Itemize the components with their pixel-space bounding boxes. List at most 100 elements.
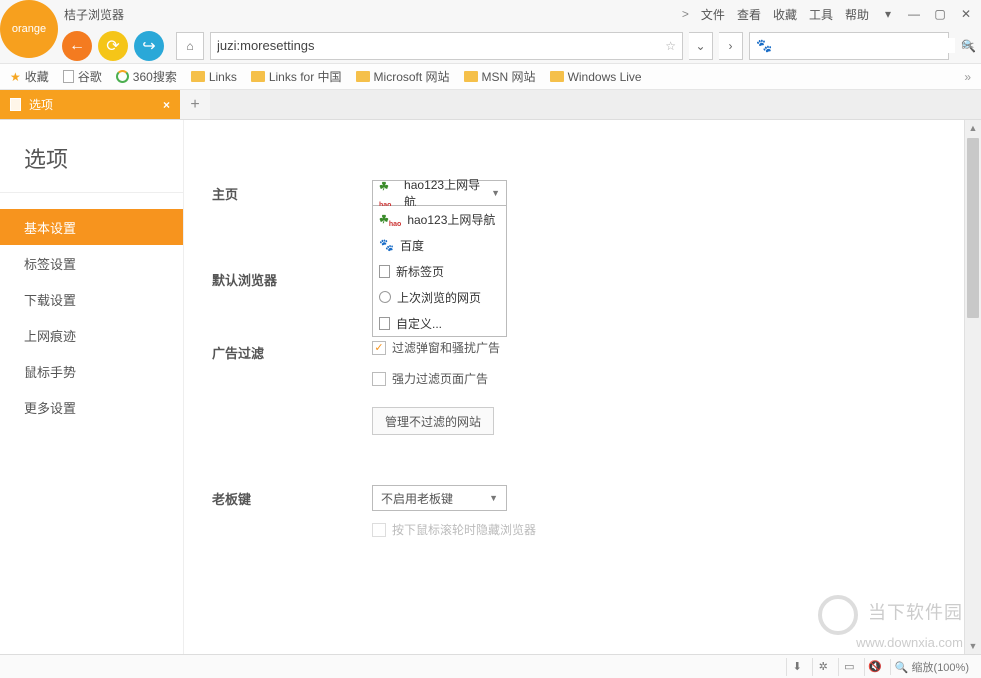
folder-icon	[464, 71, 478, 82]
app-title: 桔子浏览器	[64, 6, 124, 23]
menu-fav[interactable]: 收藏	[773, 6, 797, 23]
status-monitor-icon[interactable]: ▭	[838, 658, 860, 676]
dropdown-option-newtab[interactable]: 新标签页	[373, 258, 506, 284]
dropdown-option-last[interactable]: 上次浏览的网页	[373, 284, 506, 310]
window-minimize[interactable]: —	[907, 7, 921, 21]
sidebar-item-basic[interactable]: 基本设置	[0, 209, 183, 245]
dropdown-option-baidu[interactable]: 🐾百度	[373, 232, 506, 258]
checkbox-label: 强力过滤页面广告	[392, 370, 488, 387]
bookmark-item[interactable]: 谷歌	[63, 68, 102, 85]
menu-chevron[interactable]: >	[682, 7, 689, 21]
menu-file[interactable]: 文件	[701, 6, 725, 23]
toolbar: ← ⟳ ↪ ⌂ ☆ ⌄ › 🐾 🔍 ✂	[0, 28, 981, 64]
sidebar-item-history[interactable]: 上网痕迹	[0, 317, 183, 353]
scrollbar-up[interactable]: ▲	[965, 120, 981, 136]
bookmark-label: 谷歌	[78, 68, 102, 85]
bookmarks-bar: ★ 收藏 谷歌 360搜索 Links Links for 中国 Microso…	[0, 64, 981, 90]
sidebar-item-tabs[interactable]: 标签设置	[0, 245, 183, 281]
screenshot-icon[interactable]: ✂	[955, 36, 981, 56]
scrollbar[interactable]: ▲ ▼	[964, 120, 981, 654]
bookmark-label: MSN 网站	[482, 68, 536, 85]
zoom-value: 缩放(100%)	[912, 662, 969, 674]
option-label: 新标签页	[396, 263, 444, 280]
status-download-icon[interactable]: ⬇	[786, 658, 808, 676]
bookmark-favorites[interactable]: ★ 收藏	[10, 68, 49, 85]
adblock-popup-checkbox[interactable]: ✓ 过滤弹窗和骚扰广告	[372, 339, 953, 356]
menu-tools[interactable]: 工具	[809, 6, 833, 23]
url-go[interactable]: ›	[719, 32, 743, 60]
bookmark-label: 收藏	[25, 68, 49, 85]
page-icon	[379, 265, 390, 278]
setting-homepage: 主页 hao hao123上网导航 ▼ haohao123上网导航 🐾百度 新标…	[212, 180, 953, 206]
dropdown-menu: haohao123上网导航 🐾百度 新标签页 上次浏览的网页 自定义...	[372, 206, 507, 337]
hint-label: 按下鼠标滚轮时隐藏浏览器	[392, 521, 536, 538]
tab-options[interactable]: 选项 ×	[0, 90, 180, 119]
folder-icon	[191, 71, 205, 82]
tray-icon[interactable]: ▾	[881, 7, 895, 21]
window-close[interactable]: ✕	[959, 7, 973, 21]
chevron-down-icon: ▼	[489, 493, 498, 503]
back-button[interactable]: ←	[62, 31, 92, 61]
bookmark-label: Links for 中国	[269, 68, 342, 85]
setting-label: 老板键	[212, 485, 372, 508]
setting-adblock: 广告过滤 ✓ 过滤弹窗和骚扰广告 强力过滤页面广告 管理不过滤的网站	[212, 339, 953, 435]
forward-button[interactable]: ↪	[134, 31, 164, 61]
reload-button[interactable]: ⟳	[98, 31, 128, 61]
adblock-manage-button[interactable]: 管理不过滤的网站	[372, 407, 494, 435]
new-tab-button[interactable]: +	[180, 90, 210, 119]
home-button[interactable]: ⌂	[176, 32, 204, 60]
bosskey-select[interactable]: 不启用老板键 ▼	[372, 485, 507, 511]
status-settings-icon[interactable]: ✲	[812, 658, 834, 676]
homepage-dropdown[interactable]: hao hao123上网导航 ▼ haohao123上网导航 🐾百度 新标签页 …	[372, 180, 507, 206]
bookmark-item[interactable]: MSN 网站	[464, 68, 536, 85]
menu-bar: > 文件 查看 收藏 工具 帮助 ▾ — ▢ ✕	[0, 0, 981, 28]
search-input[interactable]	[778, 38, 955, 53]
zoom-label[interactable]: 🔍 缩放(100%)	[890, 659, 973, 675]
menu-help[interactable]: 帮助	[845, 6, 869, 23]
option-label: hao123上网导航	[407, 211, 495, 228]
folder-icon	[251, 71, 265, 82]
bookmark-item[interactable]: Links for 中国	[251, 68, 342, 85]
option-label: 百度	[400, 237, 424, 254]
sidebar-item-download[interactable]: 下载设置	[0, 281, 183, 317]
search-box[interactable]: 🐾 🔍	[749, 32, 949, 60]
window-maximize[interactable]: ▢	[933, 7, 947, 21]
bookmark-overflow[interactable]: »	[964, 70, 971, 84]
option-label: 自定义...	[396, 315, 442, 332]
setting-label: 广告过滤	[212, 339, 372, 362]
option-label: 上次浏览的网页	[397, 289, 481, 306]
status-bar: ⬇ ✲ ▭ 🔇 🔍 缩放(100%)	[0, 654, 981, 678]
setting-bosskey: 老板键 不启用老板键 ▼ 按下鼠标滚轮时隐藏浏览器	[212, 485, 953, 538]
bookmark-star-icon[interactable]: ☆	[665, 39, 676, 53]
adblock-strong-checkbox[interactable]: 强力过滤页面广告	[372, 370, 953, 387]
page-content: 选项 基本设置 标签设置 下载设置 上网痕迹 鼠标手势 更多设置 主页 hao …	[0, 120, 981, 654]
status-mute-icon[interactable]: 🔇	[864, 658, 886, 676]
search-engine-icon[interactable]: 🐾	[756, 38, 772, 54]
bookmark-item[interactable]: Windows Live	[550, 70, 642, 84]
bookmark-item[interactable]: 360搜索	[116, 68, 177, 85]
clock-icon	[379, 291, 391, 303]
url-dropdown[interactable]: ⌄	[689, 32, 713, 60]
sidebar: 选项 基本设置 标签设置 下载设置 上网痕迹 鼠标手势 更多设置	[0, 120, 184, 654]
dropdown-option-hao123[interactable]: haohao123上网导航	[373, 206, 506, 232]
hao123-icon: hao	[379, 179, 400, 207]
sidebar-item-more[interactable]: 更多设置	[0, 389, 183, 425]
sidebar-item-gestures[interactable]: 鼠标手势	[0, 353, 183, 389]
dropdown-option-custom[interactable]: 自定义...	[373, 310, 506, 336]
bookmark-item[interactable]: Links	[191, 70, 237, 84]
tab-close[interactable]: ×	[163, 98, 170, 112]
dropdown-button[interactable]: hao hao123上网导航 ▼	[372, 180, 507, 206]
app-logo: orange	[0, 0, 58, 58]
scrollbar-thumb[interactable]	[967, 138, 979, 318]
url-bar[interactable]: ☆	[210, 32, 683, 60]
dropdown-selected: hao123上网导航	[404, 176, 487, 210]
page-icon	[63, 70, 74, 83]
scrollbar-down[interactable]: ▼	[965, 638, 981, 654]
settings-main: 主页 hao hao123上网导航 ▼ haohao123上网导航 🐾百度 新标…	[184, 120, 981, 654]
menu-view[interactable]: 查看	[737, 6, 761, 23]
bookmark-label: 360搜索	[133, 68, 177, 85]
checkbox-label: 过滤弹窗和骚扰广告	[392, 339, 500, 356]
page-icon	[10, 98, 21, 111]
bookmark-item[interactable]: Microsoft 网站	[356, 68, 450, 85]
url-input[interactable]	[217, 38, 659, 53]
